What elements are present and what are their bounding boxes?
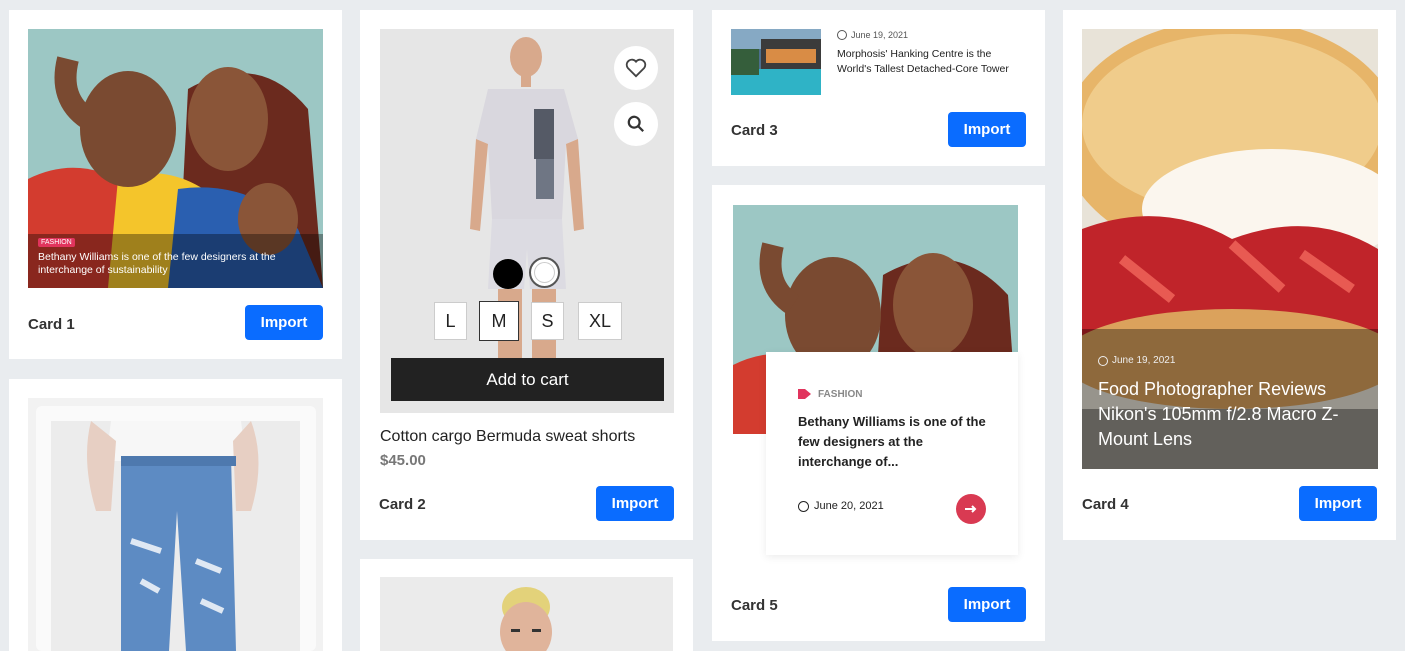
card-4-image[interactable]: June 19, 2021 Food Photographer Reviews … [1082, 29, 1378, 469]
card-3-label: Card 3 [731, 122, 778, 139]
card-5-title[interactable]: Bethany Williams is one of the few desig… [798, 412, 988, 472]
card-2-import-button[interactable]: Import [596, 486, 674, 521]
card-3-import-button[interactable]: Import [948, 112, 1026, 147]
clock-icon [1098, 355, 1108, 366]
card-7-image[interactable] [380, 577, 673, 651]
card-2-label: Card 2 [379, 496, 426, 513]
card-4-label: Card 4 [1082, 496, 1129, 513]
card-1-label: Card 1 [28, 316, 75, 333]
card-2: L M S XL Add to cart Cotton cargo Bermud… [360, 10, 693, 540]
card-7 [360, 559, 693, 651]
card-2-product-image[interactable]: L M S XL Add to cart [380, 29, 674, 413]
card-5-import-button[interactable]: Import [948, 587, 1026, 622]
card-3-thumbnail[interactable] [731, 29, 821, 95]
card-6-product-image[interactable] [51, 421, 300, 651]
card-3-title[interactable]: Morphosis' Hanking Centre is the World's… [837, 47, 1022, 77]
card-4-date: June 19, 2021 [1112, 355, 1176, 366]
card-1-image[interactable]: FASHION Bethany Williams is one of the f… [28, 29, 323, 288]
size-option-l[interactable]: L [434, 302, 467, 340]
size-option-s[interactable]: S [531, 302, 564, 340]
color-swatch-black[interactable] [493, 259, 523, 289]
card-5-tag-row: FASHION [798, 388, 862, 400]
arrow-right-icon[interactable] [956, 494, 986, 524]
color-swatch-white[interactable] [529, 257, 560, 288]
card-1-import-button[interactable]: Import [245, 305, 323, 340]
card-4: June 19, 2021 Food Photographer Reviews … [1063, 10, 1396, 540]
card-3-meta: June 19, 2021 [837, 30, 908, 40]
clock-icon [837, 30, 847, 40]
card-6 [9, 379, 342, 651]
card-5-label: Card 5 [731, 597, 778, 614]
product-title[interactable]: Cotton cargo Bermuda sweat shorts [380, 428, 635, 446]
card-3: June 19, 2021 Morphosis' Hanking Centre … [712, 10, 1045, 166]
quick-view-search-icon[interactable] [614, 102, 658, 146]
card-1-caption[interactable]: Bethany Williams is one of the few desig… [38, 251, 298, 277]
card-5-overlay-panel: FASHION Bethany Williams is one of the f… [766, 352, 1018, 555]
clock-icon [798, 500, 809, 512]
tag-icon [798, 389, 811, 399]
size-option-m[interactable]: M [479, 301, 519, 341]
card-4-meta: June 19, 2021 [1098, 355, 1175, 366]
card-5-date-row: June 20, 2021 [798, 500, 884, 512]
card-3-date: June 19, 2021 [851, 30, 909, 40]
card-5-tag[interactable]: FASHION [818, 389, 862, 400]
card-4-title[interactable]: Food Photographer Reviews Nikon's 105mm … [1098, 377, 1358, 452]
card-1-tag[interactable]: FASHION [38, 238, 75, 247]
product-price: $45.00 [380, 452, 426, 469]
add-to-cart-button[interactable]: Add to cart [391, 358, 664, 401]
card-5: FASHION Bethany Williams is one of the f… [712, 185, 1045, 641]
size-option-xl[interactable]: XL [578, 302, 622, 340]
card-1: FASHION Bethany Williams is one of the f… [9, 10, 342, 359]
card-4-import-button[interactable]: Import [1299, 486, 1377, 521]
card-5-date: June 20, 2021 [814, 500, 884, 512]
wishlist-heart-icon[interactable] [614, 46, 658, 90]
